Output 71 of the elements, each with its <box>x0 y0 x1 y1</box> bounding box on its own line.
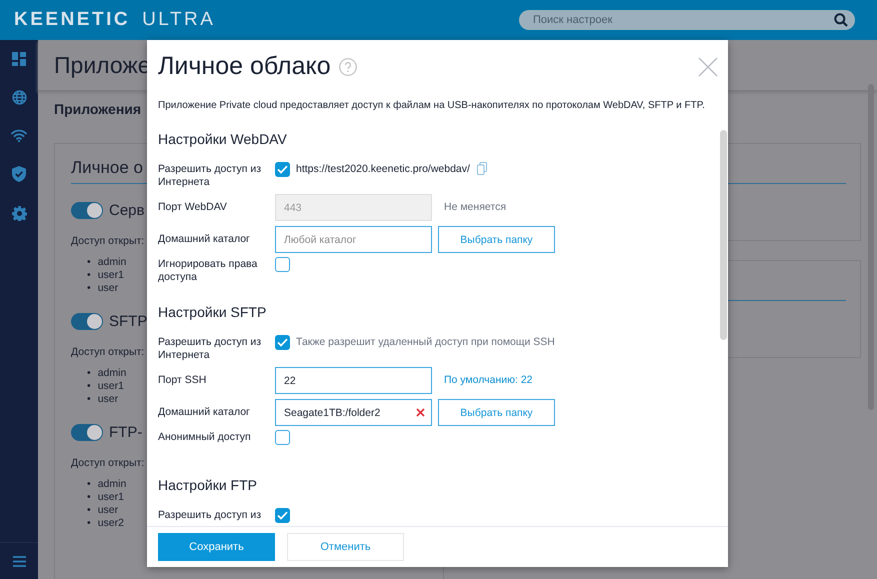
service-name: FTP- <box>109 424 142 441</box>
list-bullet: • <box>87 282 91 295</box>
user-item: admin <box>98 478 126 491</box>
user-item: user <box>98 393 118 406</box>
brand-logo: KEENETIC <box>14 9 130 31</box>
choose-folder-button[interactable]: Выбрать папку <box>438 399 555 426</box>
input-field[interactable]: Любой каталог <box>275 226 432 253</box>
field-label: Игнорировать права доступа <box>158 258 258 284</box>
input-field[interactable]: Seagate1TB:/folder2 <box>275 399 432 426</box>
page-title: Приложе <box>54 52 151 78</box>
field-label: Домашний каталог <box>158 232 251 246</box>
dialog-title: Личное облако <box>158 52 331 81</box>
input-field[interactable]: 22 <box>275 367 432 394</box>
user-item: user1 <box>98 491 124 504</box>
dashboard-icon[interactable] <box>12 52 26 66</box>
list-bullet: • <box>87 393 91 406</box>
field-label: Порт WebDAV <box>158 200 228 214</box>
scrollbar[interactable] <box>720 130 727 340</box>
globe-icon[interactable] <box>12 90 26 105</box>
service-name: Серв <box>109 202 144 219</box>
note-text: Также разрешит удаленный доступ при помощи SSH <box>296 336 555 348</box>
save-button[interactable]: Сохранить <box>158 533 275 561</box>
checkbox[interactable] <box>275 335 290 350</box>
section-title: Настройки SFTP <box>158 304 268 321</box>
checkbox[interactable] <box>275 508 290 523</box>
access-label: Доступ открыт: <box>71 457 144 469</box>
list-bullet: • <box>87 380 91 393</box>
settings-icon[interactable] <box>12 206 26 221</box>
user-item: user <box>98 282 118 295</box>
hint-text: Не меняется <box>444 200 506 213</box>
field-label: Порт SSH <box>158 373 208 387</box>
default-value-link[interactable]: По умолчанию: 22 <box>444 367 533 386</box>
user-item: user1 <box>98 269 124 282</box>
checkbox[interactable] <box>275 257 290 272</box>
cancel-button[interactable]: Отменить <box>287 533 404 561</box>
list-bullet: • <box>87 478 91 491</box>
access-label: Доступ открыт: <box>71 346 144 358</box>
checkbox[interactable] <box>275 430 290 445</box>
toggle-switch[interactable] <box>71 313 103 330</box>
tab[interactable]: Приложения <box>54 101 142 125</box>
field-label: Анонимный доступ <box>158 431 252 444</box>
toggle-switch[interactable] <box>71 202 103 219</box>
list-bullet: • <box>87 491 91 504</box>
user-item: user1 <box>98 380 124 393</box>
checkbox[interactable] <box>275 162 290 177</box>
service-name: SFTP <box>109 313 148 330</box>
wifi-icon[interactable] <box>11 129 27 142</box>
shield-icon[interactable] <box>12 166 26 182</box>
field-label: Домашний каталог <box>158 405 251 419</box>
choose-folder-button[interactable]: Выбрать папку <box>438 226 555 253</box>
menu-icon[interactable] <box>12 556 26 567</box>
toggle-switch[interactable] <box>71 424 103 441</box>
user-item: user <box>98 504 118 517</box>
list-bullet: • <box>87 504 91 517</box>
clear-icon[interactable] <box>416 408 425 417</box>
search-icon[interactable] <box>834 13 848 27</box>
description-text: Приложение Private cloud предоставляет доступ к файлам на USB-накопителях по протоколам WebDAV, SFTP и FTP. <box>158 100 706 111</box>
list-bullet: • <box>87 269 91 282</box>
access-label: Доступ открыт: <box>71 235 144 247</box>
user-item: user2 <box>98 517 124 530</box>
search-field[interactable]: Поиск настроек <box>519 10 855 30</box>
list-bullet: • <box>87 256 91 269</box>
section-title: Настройки WebDAV <box>158 131 288 148</box>
list-bullet: • <box>87 367 91 380</box>
section-title: Настройки FTP <box>158 477 258 494</box>
user-item: admin <box>98 367 126 380</box>
list-bullet: • <box>87 517 91 530</box>
field-label: Разрешить доступ из <box>158 509 262 522</box>
field-label: Разрешить доступ из Интернета <box>158 336 262 362</box>
model-name: ULTRA <box>142 9 216 31</box>
user-item: admin <box>98 256 126 269</box>
